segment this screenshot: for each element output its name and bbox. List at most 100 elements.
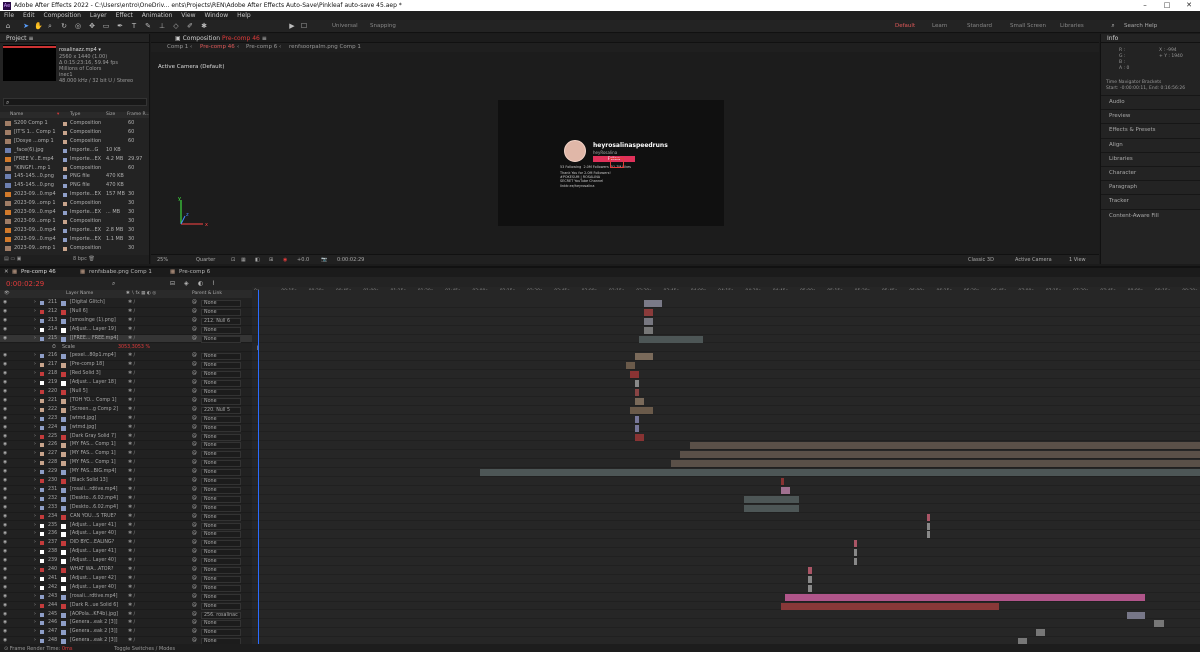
twirl-icon[interactable]: › [34,317,36,326]
layer-label-swatch[interactable] [40,363,44,368]
eye-icon[interactable]: ◉ [3,522,7,531]
parent-select[interactable]: None [201,371,241,379]
project-search-input[interactable]: ⌕ [3,98,147,106]
twirl-icon[interactable]: › [34,522,36,531]
parent-select[interactable]: None [201,584,241,592]
pickwhip-icon[interactable]: @ [192,468,197,477]
layer-switches-icon[interactable]: ✱ ∕ [128,388,135,397]
eye-icon[interactable]: ◉ [3,308,7,317]
layer-switches-icon[interactable]: ✱ ∕ [128,415,135,424]
layer-row[interactable]: ◉ › 238 [Adjust... Layer 41] ✱ ∕ @ None [0,548,252,558]
pickwhip-icon[interactable]: @ [192,530,197,539]
type-tool-icon[interactable]: T [130,22,138,30]
puppet-tool-icon[interactable]: ✱ [200,22,208,30]
layer-duration-bar[interactable] [630,371,640,379]
layer-duration-bar[interactable] [639,335,704,343]
tab-comp-1[interactable]: Comp 1 [167,43,188,52]
eye-icon[interactable]: ◉ [3,370,7,379]
layer-duration-bar[interactable] [689,442,1200,450]
twirl-icon[interactable]: › [34,602,36,611]
twirl-icon[interactable]: › [34,450,36,459]
project-item[interactable]: 145-145...0.png PNG file 470 KB [0,172,149,181]
twirl-icon[interactable]: › [34,593,36,602]
label-color-swatch[interactable] [63,202,67,207]
layer-row[interactable]: ◉ › 225 [Dark Gray Solid 7] ✱ ∕ @ None [0,433,252,442]
layer-name[interactable]: [Adjust... Layer 40] [70,530,116,539]
tab-pre-comp-6[interactable]: Pre-comp 6 [179,268,210,277]
layer-row[interactable]: ◉ › 223 [wtmd.jpg] ✱ ∕ @ None [0,415,252,424]
parent-select[interactable]: None [201,433,241,441]
layer-switches-icon[interactable]: ✱ ∕ [128,495,135,504]
pickwhip-icon[interactable]: @ [192,459,197,468]
tab-renfsoorpalm-comp[interactable]: renfsoorpalm.png Comp 1 [289,43,361,52]
eye-icon[interactable]: ◉ [3,575,7,584]
layer-row[interactable]: ◉ › 246 [Genera...eak 2 [3]] ✱ ∕ @ None [0,619,252,629]
parent-select[interactable]: None [201,495,241,503]
layer-duration-bar[interactable] [643,326,654,334]
layer-label-swatch[interactable] [40,372,44,377]
twirl-icon[interactable]: › [34,468,36,477]
clone-stamp-tool-icon[interactable]: ⊥ [158,22,166,30]
eye-icon[interactable]: ◉ [3,406,7,415]
twirl-icon[interactable]: › [34,530,36,539]
menu-layer[interactable]: Layer [90,12,107,19]
workspace-learn[interactable]: Learn [932,23,947,29]
col-type[interactable]: Type [70,112,80,117]
eye-icon[interactable]: ◉ [3,602,7,611]
parent-select[interactable]: None [201,513,241,521]
layer-name[interactable]: [Screen...g Comp 2] [70,406,118,415]
layer-row[interactable]: ◉ › 222 [Screen...g Comp 2] ✱ ∕ @220. Null 5 [0,406,252,415]
twirl-icon[interactable]: › [34,548,36,557]
eye-icon[interactable]: ◉ [3,468,7,477]
layer-switches-icon[interactable]: ✱ ∕ [128,557,135,566]
layer-row[interactable]: ◉ › 245 [AOPola...KF4b).jpg] ✱ ∕ @256. rosali… [0,611,252,620]
layer-label-swatch[interactable] [40,336,44,341]
layer-label-swatch[interactable] [40,425,44,430]
home-icon[interactable]: ⌂ [4,22,12,30]
pickwhip-icon[interactable]: @ [192,352,197,361]
layer-row[interactable]: ◉ › 235 [Adjust... Layer 41] ✱ ∕ @ None [0,522,252,531]
layer-duration-bar[interactable] [926,531,931,539]
parent-select[interactable]: None [201,326,241,334]
pickwhip-icon[interactable]: @ [192,379,197,388]
parent-select[interactable]: 256. rosalinac [201,611,241,619]
camera-view-select[interactable]: Active Camera [1015,255,1052,264]
parent-select[interactable]: None [201,567,241,574]
eye-icon[interactable]: ◉ [3,361,7,370]
pickwhip-icon[interactable]: @ [192,424,197,433]
close-icon[interactable]: ✕ [4,268,9,277]
pan-behind-tool-icon[interactable]: ✥ [88,22,96,30]
workspace-default[interactable]: Default [895,23,915,29]
parent-select[interactable]: None [201,504,241,512]
pickwhip-icon[interactable]: @ [192,388,197,397]
panel-paragraph[interactable]: Paragraph [1101,180,1200,193]
layer-switches-icon[interactable]: ✱ ∕ [128,406,135,415]
layer-name[interactable]: [Adjust... Layer 42] [70,575,116,584]
layer-duration-bar[interactable] [853,558,858,566]
layer-switches-icon[interactable]: ✱ ∕ [128,522,135,531]
twirl-icon[interactable]: › [34,504,36,513]
pickwhip-icon[interactable]: @ [192,326,197,335]
layer-duration-bar[interactable] [808,575,812,583]
new-folder-icon[interactable]: ▭ [10,256,15,262]
layer-label-swatch[interactable] [40,327,44,332]
label-color-swatch[interactable] [63,166,67,171]
layer-duration-bar[interactable] [780,478,785,485]
eye-icon[interactable]: ◉ [3,557,7,566]
pickwhip-icon[interactable]: @ [192,602,197,611]
workspace-libraries[interactable]: Libraries [1060,23,1084,29]
pen-tool-icon[interactable]: ✒ [116,22,124,30]
layer-switches-icon[interactable]: ✱ ∕ [128,335,135,344]
layer-switches-icon[interactable]: ✱ ∕ [128,477,135,486]
layer-name[interactable]: [Adjust... Layer 40] [70,557,116,566]
panel-effects-presets[interactable]: Effects & Presets [1101,123,1200,136]
layer-row[interactable]: ◉ › 215 [[FREE... FREE.mp4] ✱ ∕ @ None [0,334,252,344]
layer-switches-icon[interactable]: ✱ ∕ [128,539,135,548]
pickwhip-icon[interactable]: @ [192,548,197,557]
layer-label-swatch[interactable] [40,514,44,519]
parent-select[interactable]: None [201,300,241,307]
eye-icon[interactable]: ◉ [3,486,7,495]
layer-label-swatch[interactable] [40,309,44,314]
label-color-swatch[interactable] [63,219,67,224]
menu-file[interactable]: File [4,12,14,19]
